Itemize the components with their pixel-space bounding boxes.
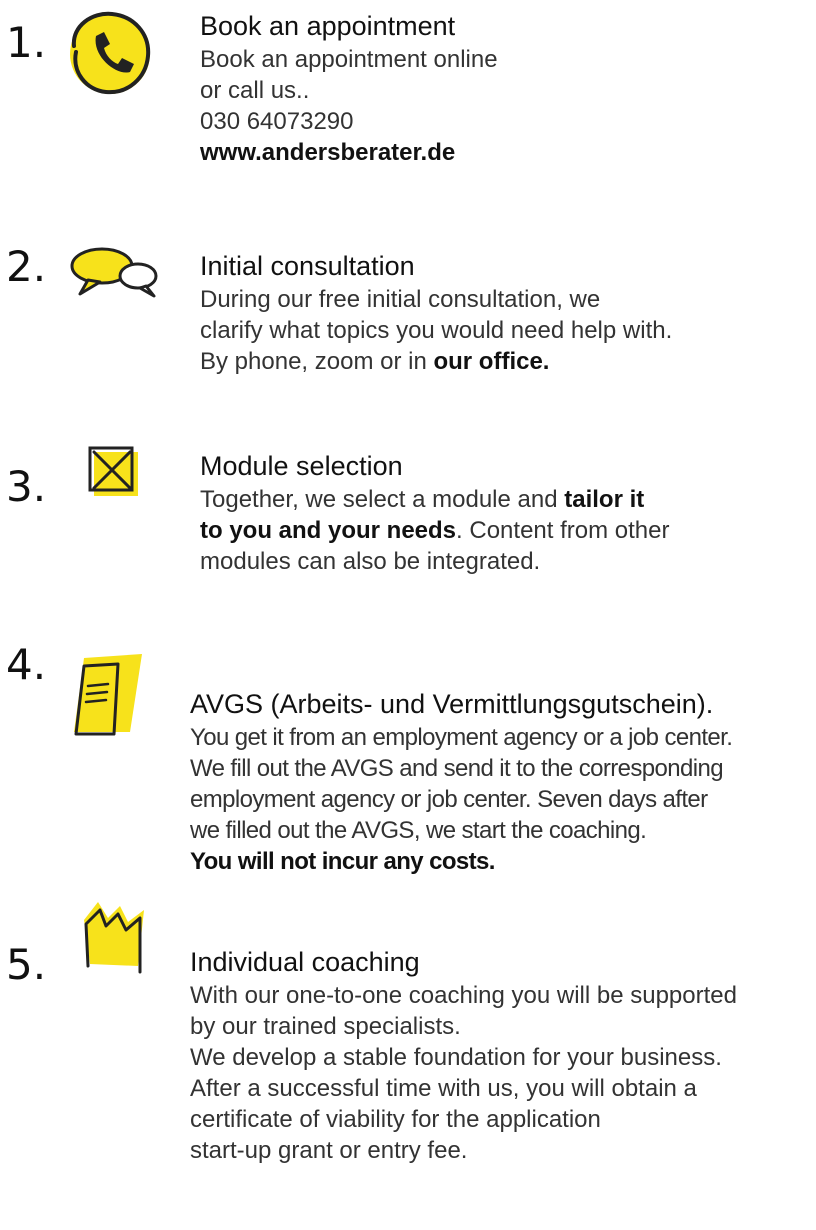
text-line: we filled out the AVGS, we start the coa… bbox=[190, 817, 647, 844]
step-text: Book an appointment online or call us.. … bbox=[200, 44, 498, 168]
office-highlight: our office. bbox=[433, 348, 550, 375]
step-number: 3. bbox=[6, 462, 47, 511]
checkbox-icon bbox=[86, 444, 142, 505]
text-line: During our free initial consultation, we bbox=[200, 286, 601, 313]
step-title: Individual coaching bbox=[190, 947, 420, 977]
text-line: by our trained specialists. bbox=[190, 1013, 461, 1040]
text-highlight: to you and your needs bbox=[200, 517, 457, 544]
text-line: We develop a stable foundation for your … bbox=[190, 1044, 722, 1071]
step-title: Module selection bbox=[200, 451, 403, 481]
step-content: Initial consultation During our free ini… bbox=[200, 248, 672, 377]
text-line: certificate of viability for the applica… bbox=[190, 1106, 601, 1133]
text-line: By phone, zoom or in our office. bbox=[200, 346, 672, 377]
text-line: With our one-to-one coaching you will be… bbox=[190, 982, 737, 1009]
step-title: Initial consultation bbox=[200, 251, 415, 281]
phone-number: 030 64073290 bbox=[200, 108, 354, 135]
text-line: You get it from an employment agency or … bbox=[190, 724, 733, 751]
text-highlight: tailor it bbox=[564, 486, 645, 513]
text-line: to you and your needs. Content from othe… bbox=[200, 515, 669, 546]
phone-icon bbox=[62, 6, 158, 107]
text-fragment: Together, we select a module and bbox=[200, 486, 565, 513]
document-icon bbox=[70, 652, 148, 745]
step-text: You get it from an employment agency or … bbox=[190, 722, 733, 877]
text-line: modules can also be integrated. bbox=[200, 548, 541, 575]
speech-bubbles-icon bbox=[70, 246, 162, 307]
step-title: AVGS (Arbeits- und Vermittlungsgutschein… bbox=[190, 689, 714, 719]
step-text: With our one-to-one coaching you will be… bbox=[190, 980, 737, 1166]
crown-icon bbox=[78, 900, 150, 985]
step-content: AVGS (Arbeits- und Vermittlungsgutschein… bbox=[190, 686, 733, 877]
text-line: Book an appointment online bbox=[200, 46, 498, 73]
step-content: Module selection Together, we select a m… bbox=[200, 448, 669, 577]
step-content: Individual coaching With our one-to-one … bbox=[190, 944, 737, 1166]
text-line: After a successful time with us, you wil… bbox=[190, 1075, 697, 1102]
text-line: clarify what topics you would need help … bbox=[200, 317, 673, 344]
text-line: Together, we select a module and tailor … bbox=[200, 484, 669, 515]
text-line: We fill out the AVGS and send it to the … bbox=[190, 755, 724, 782]
step-text: During our free initial consultation, we… bbox=[200, 284, 672, 377]
website-link[interactable]: www.andersberater.de bbox=[200, 137, 498, 168]
text-fragment: By phone, zoom or in bbox=[200, 348, 434, 375]
text-line: or call us.. bbox=[200, 77, 310, 104]
text-line: employment agency or job center. Seven d… bbox=[190, 786, 708, 813]
text-line: start-up grant or entry fee. bbox=[190, 1137, 468, 1164]
step-title: Book an appointment bbox=[200, 11, 456, 41]
step-text: Together, we select a module and tailor … bbox=[200, 484, 669, 577]
step-number: 5. bbox=[6, 940, 47, 989]
no-costs-note: You will not incur any costs. bbox=[190, 848, 495, 875]
step-number: 2. bbox=[6, 242, 47, 291]
step-number: 1. bbox=[6, 18, 47, 67]
text-fragment: . Content from other bbox=[456, 517, 670, 544]
step-content: Book an appointment Book an appointment … bbox=[200, 8, 498, 168]
step-number: 4. bbox=[6, 640, 47, 689]
